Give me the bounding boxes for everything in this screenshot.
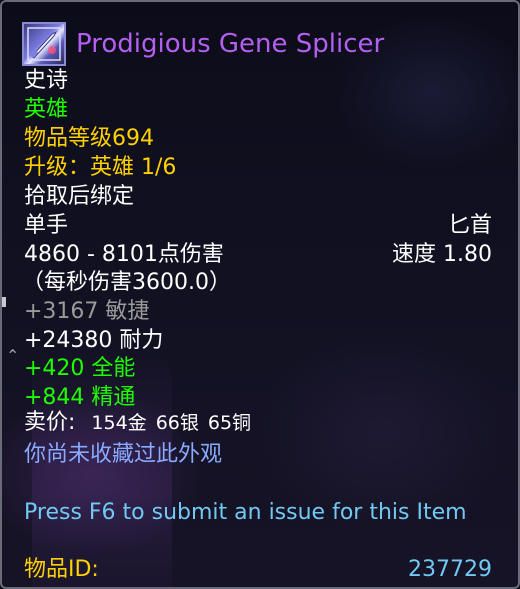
item-id-label: 物品ID: <box>24 557 99 582</box>
stat-versatility: +420 全能 <box>24 356 136 381</box>
item-level: 物品等级694 <box>24 126 154 151</box>
sell-price-label: 卖价: <box>24 410 76 435</box>
damage-range: 4860 - 8101点伤害 <box>24 242 224 267</box>
attack-speed: 速度 1.80 <box>392 242 492 267</box>
report-hint: Press F6 to submit an issue for this Ite… <box>24 500 467 525</box>
dagger-item-icon[interactable] <box>22 22 66 66</box>
appearance-note: 你尚未收藏过此外观 <box>24 442 223 467</box>
copper-amount: 65铜 <box>207 412 252 434</box>
weapon-type: 匕首 <box>447 213 492 238</box>
binding-text: 拾取后绑定 <box>24 184 135 209</box>
item-name: Prodigious Gene Splicer <box>76 29 385 59</box>
gold-amount: 154金 <box>91 412 147 434</box>
item-tooltip: ⌃ Prodigious Gene Splicer 史诗 英雄 物品等级694 … <box>0 0 520 589</box>
chevron-up-icon: ⌃ <box>6 346 20 365</box>
item-tier: 英雄 <box>24 97 69 122</box>
dagger-icon-art <box>27 27 61 61</box>
item-id-value: 237729 <box>408 557 492 582</box>
upgrade-track: 升级：英雄 1/6 <box>24 155 177 180</box>
stat-agility: +3167 敏捷 <box>24 299 150 324</box>
edge-marker <box>2 297 6 307</box>
item-quality: 史诗 <box>24 68 69 93</box>
item-slot: 单手 <box>24 213 69 238</box>
dps-text: （每秒伤害3600.0） <box>22 270 231 295</box>
sell-price: 卖价: 154金 66银 65铜 <box>24 408 251 438</box>
stat-stamina: +24380 耐力 <box>24 328 164 353</box>
silver-amount: 66银 <box>155 412 199 434</box>
